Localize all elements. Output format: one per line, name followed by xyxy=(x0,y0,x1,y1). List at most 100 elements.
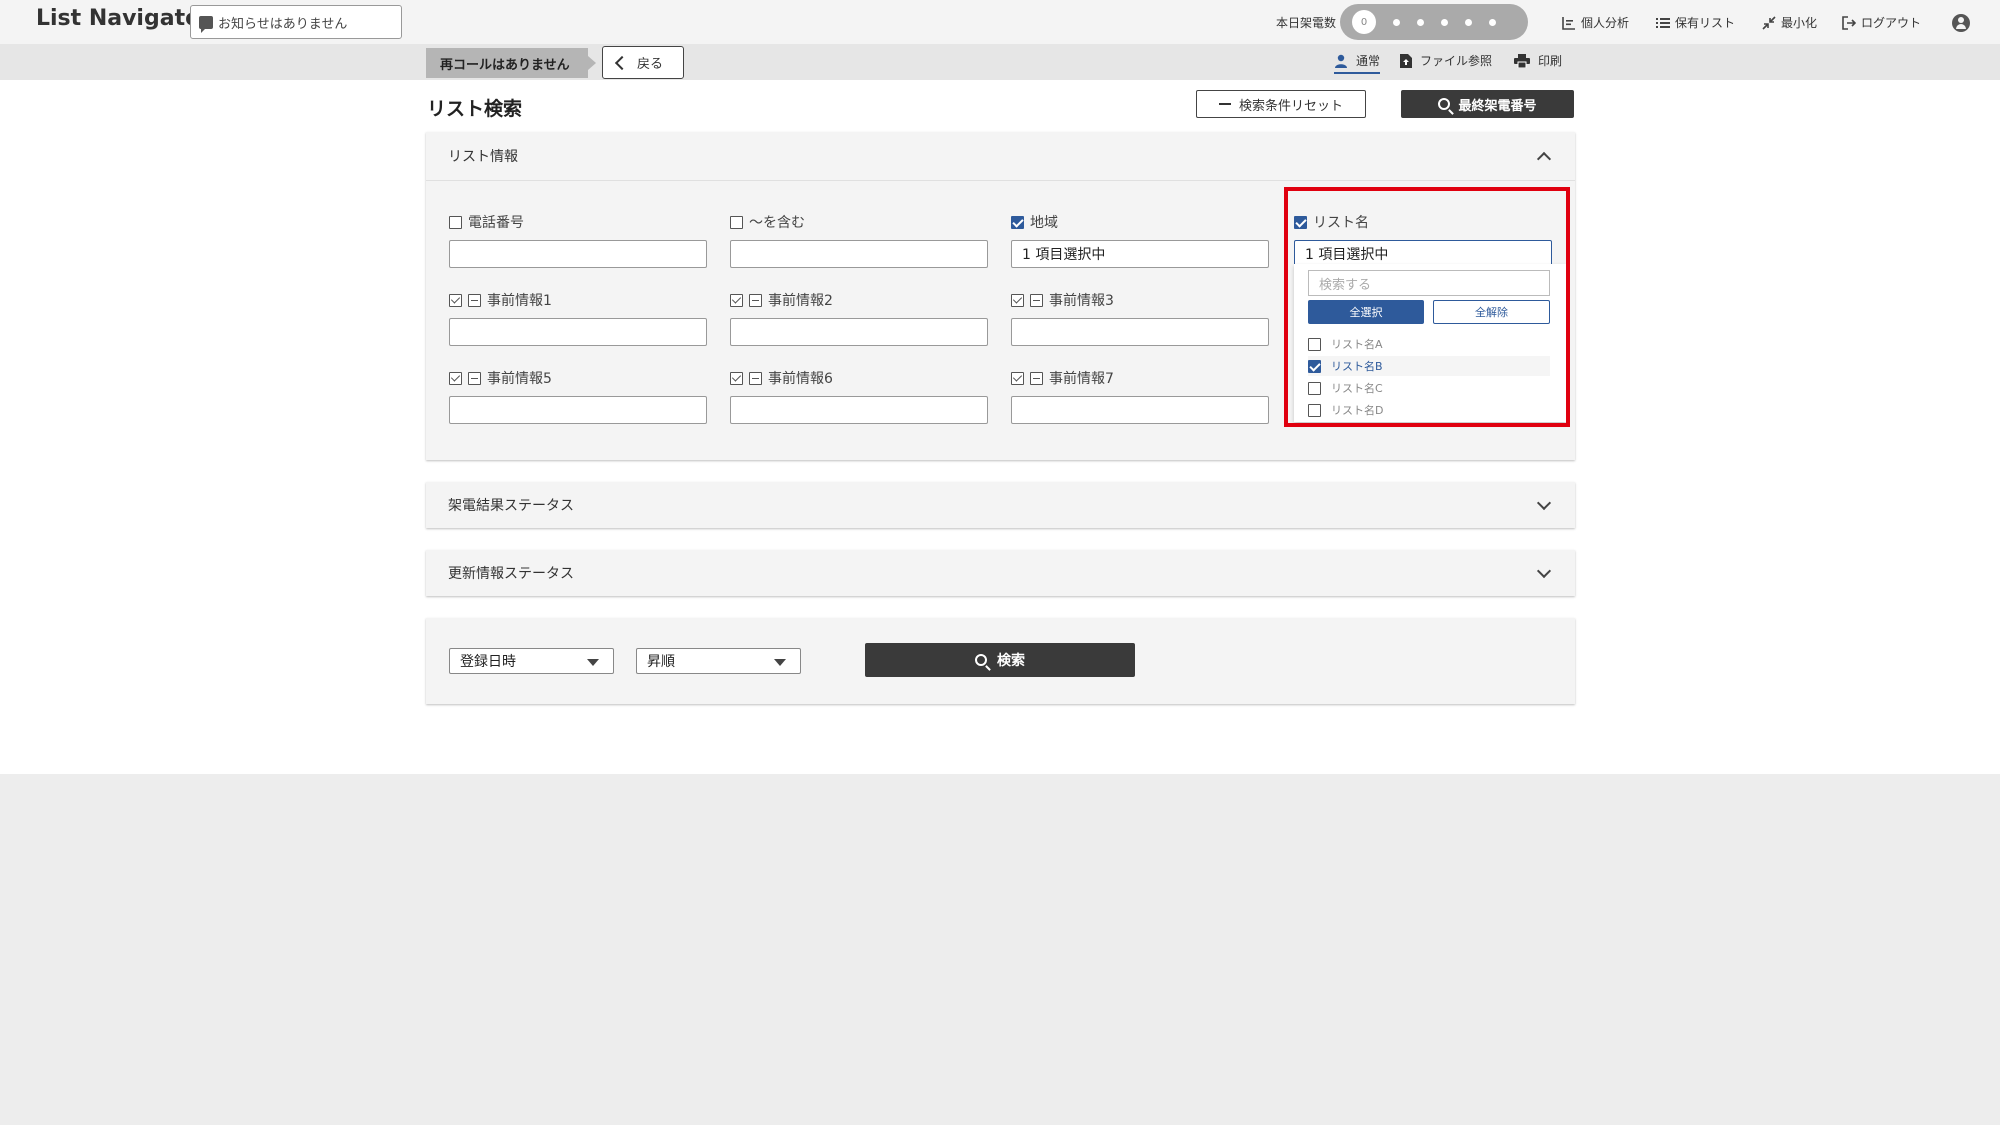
chevron-down-icon[interactable] xyxy=(1536,495,1552,511)
progress-dot xyxy=(1441,18,1448,26)
person-icon xyxy=(1335,54,1347,68)
field-phone: 電話番号 xyxy=(449,212,707,268)
calls-count: 0 xyxy=(1352,10,1376,34)
pre7-input[interactable] xyxy=(1011,396,1269,424)
search-icon xyxy=(975,654,987,666)
pre5-exclude-checkbox[interactable] xyxy=(468,371,481,385)
pre1-checkbox[interactable] xyxy=(449,293,462,307)
page-title: リスト検索 xyxy=(427,98,523,120)
nav-analysis[interactable]: 個人分析 xyxy=(1562,14,1629,31)
pre2-input[interactable] xyxy=(730,318,988,346)
phone-input[interactable] xyxy=(449,240,707,268)
region-select[interactable]: 1 項目選択中 xyxy=(1011,240,1269,268)
region-checkbox[interactable] xyxy=(1011,215,1024,229)
contains-input[interactable] xyxy=(730,240,988,268)
field-pre2: 事前情報2 xyxy=(730,290,988,346)
pre6-label: 事前情報6 xyxy=(768,371,833,387)
back-label: 戻る xyxy=(637,57,664,72)
update-status-title: 更新情報ステータス xyxy=(448,566,574,582)
progress-dot xyxy=(1393,18,1400,26)
pre7-label: 事前情報7 xyxy=(1049,371,1114,387)
phone-checkbox[interactable] xyxy=(449,215,462,229)
pre5-input[interactable] xyxy=(449,396,707,424)
calls-today-label: 本日架電数 xyxy=(1276,16,1337,30)
pre2-label: 事前情報2 xyxy=(768,293,833,309)
chevron-up-icon[interactable] xyxy=(1536,151,1552,167)
search-button-label: 検索 xyxy=(997,653,1025,669)
nav-logout[interactable]: ログアウト xyxy=(1842,14,1921,31)
pre1-input[interactable] xyxy=(449,318,707,346)
mode-file[interactable]: ファイル参照 xyxy=(1400,52,1492,69)
phone-label: 電話番号 xyxy=(468,215,524,231)
progress-dot xyxy=(1465,18,1472,26)
pre3-input[interactable] xyxy=(1011,318,1269,346)
recall-status: 再コールはありません xyxy=(426,48,596,78)
dropdown-arrow-icon xyxy=(774,659,786,666)
update-status-panel[interactable]: 更新情報ステータス xyxy=(426,550,1575,596)
list-info-header[interactable]: リスト情報 xyxy=(426,132,1575,180)
contains-checkbox[interactable] xyxy=(730,215,743,229)
pre3-exclude-checkbox[interactable] xyxy=(1030,293,1043,307)
last-number-label: 最終架電番号 xyxy=(1458,98,1537,114)
last-number-button[interactable]: 最終架電番号 xyxy=(1401,90,1574,118)
call-result-status-title: 架電結果ステータス xyxy=(448,498,574,514)
notice-box[interactable]: お知らせはありません xyxy=(190,5,402,39)
list-info-title: リスト情報 xyxy=(448,149,518,165)
field-label: 事前情報3 xyxy=(1011,290,1269,310)
progress-dot xyxy=(1489,18,1496,26)
sort-field-value: 登録日時 xyxy=(460,654,516,670)
pre6-input[interactable] xyxy=(730,396,988,424)
nav-analysis-label: 個人分析 xyxy=(1581,16,1630,30)
field-label: 電話番号 xyxy=(449,212,707,232)
field-region: 地域 1 項目選択中 xyxy=(1011,212,1269,268)
list-icon xyxy=(1656,17,1670,28)
file-upload-icon xyxy=(1400,53,1412,68)
call-result-status-header[interactable]: 架電結果ステータス xyxy=(426,482,1575,528)
region-label: 地域 xyxy=(1030,215,1058,231)
reset-label: 検索条件リセット xyxy=(1238,98,1343,114)
minus-icon xyxy=(1218,103,1231,105)
pre7-exclude-checkbox[interactable] xyxy=(1030,371,1043,385)
sort-order-select[interactable]: 昇順 xyxy=(636,648,801,674)
nav-logout-label: ログアウト xyxy=(1861,16,1922,30)
call-result-status-panel[interactable]: 架電結果ステータス xyxy=(426,482,1575,528)
pre1-label: 事前情報1 xyxy=(487,293,552,309)
field-label: 事前情報2 xyxy=(730,290,988,310)
pre2-checkbox[interactable] xyxy=(730,293,743,307)
chat-bubble-icon xyxy=(199,15,213,33)
panel-divider xyxy=(426,180,1575,181)
pre6-checkbox[interactable] xyxy=(730,371,743,385)
reset-conditions-button[interactable]: 検索条件リセット xyxy=(1196,90,1366,118)
field-pre3: 事前情報3 xyxy=(1011,290,1269,346)
back-button[interactable]: 戻る xyxy=(602,46,684,79)
contains-label: ～を含む xyxy=(749,215,805,231)
logout-icon xyxy=(1842,15,1856,30)
field-label: 地域 xyxy=(1011,212,1269,232)
search-button[interactable]: 検索 xyxy=(865,643,1135,677)
field-label: 事前情報5 xyxy=(449,368,707,388)
pre2-exclude-checkbox[interactable] xyxy=(749,293,762,307)
sort-field-select[interactable]: 登録日時 xyxy=(449,648,614,674)
field-label: 事前情報1 xyxy=(449,290,707,310)
chevron-down-icon[interactable] xyxy=(1536,563,1552,579)
dropdown-arrow-icon xyxy=(587,659,599,666)
pre7-checkbox[interactable] xyxy=(1011,371,1024,385)
field-label: 事前情報6 xyxy=(730,368,988,388)
progress-dot xyxy=(1417,18,1424,26)
mode-print[interactable]: 印刷 xyxy=(1514,52,1562,69)
mode-normal[interactable]: 通常 xyxy=(1334,52,1381,74)
pre1-exclude-checkbox[interactable] xyxy=(468,293,481,307)
field-contains: ～を含む xyxy=(730,212,988,268)
nav-saved-lists[interactable]: 保有リスト xyxy=(1656,14,1735,31)
highlight-box xyxy=(1284,187,1570,427)
nav-minimize-label: 最小化 xyxy=(1781,16,1818,30)
pre5-checkbox[interactable] xyxy=(449,371,462,385)
mode-normal-label: 通常 xyxy=(1356,54,1381,68)
field-label: ～を含む xyxy=(730,212,988,232)
mode-file-label: ファイル参照 xyxy=(1420,54,1493,68)
pre6-exclude-checkbox[interactable] xyxy=(749,371,762,385)
user-account-icon[interactable] xyxy=(1952,14,1970,32)
nav-minimize[interactable]: 最小化 xyxy=(1762,14,1817,31)
update-status-header[interactable]: 更新情報ステータス xyxy=(426,550,1575,596)
pre3-checkbox[interactable] xyxy=(1011,293,1024,307)
